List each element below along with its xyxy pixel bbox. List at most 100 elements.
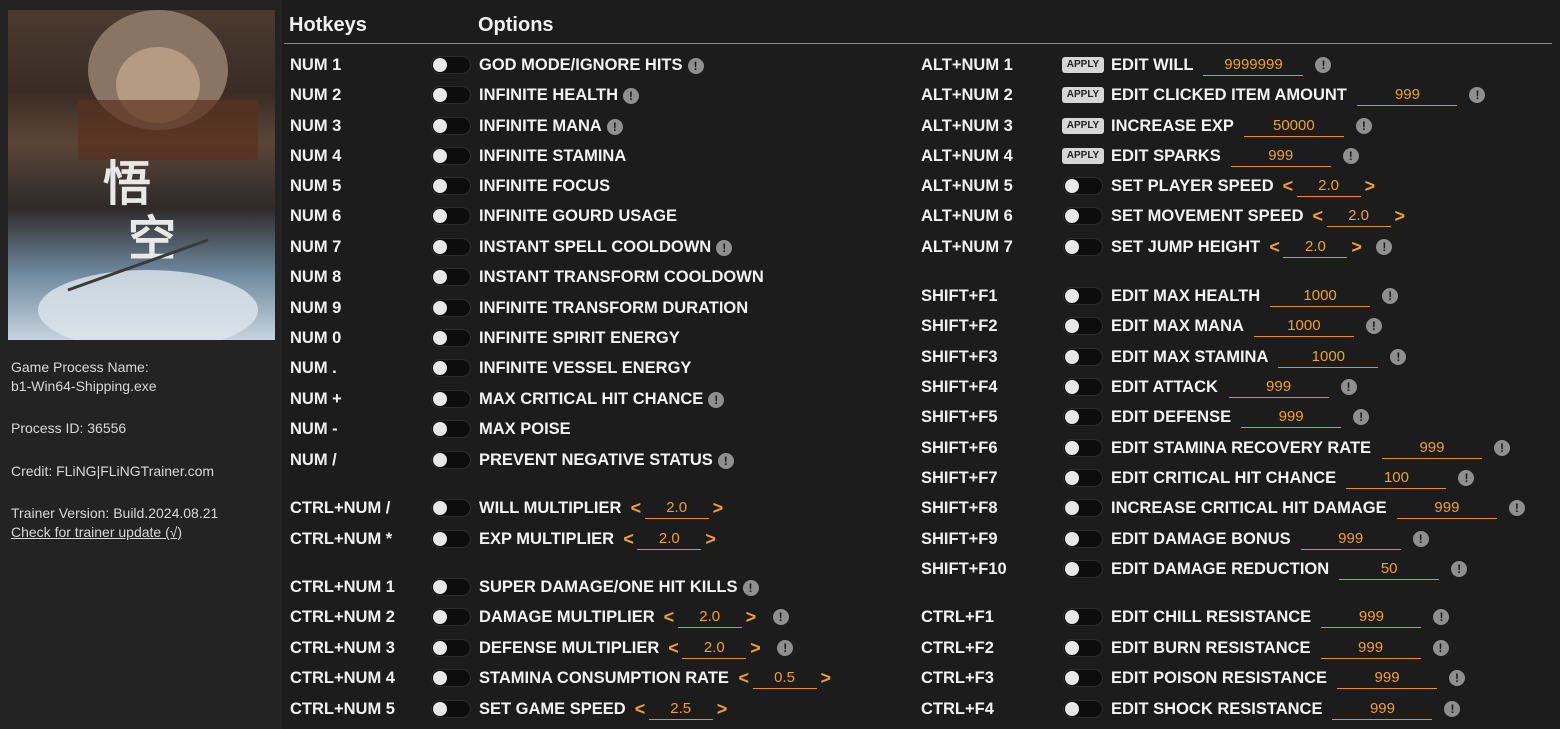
value-input[interactable]: 9999999	[1203, 55, 1304, 76]
value-input[interactable]: 999	[1241, 407, 1342, 428]
feature-toggle[interactable]	[1063, 317, 1103, 335]
value-input[interactable]: 999	[1332, 699, 1433, 720]
value-input[interactable]: 100	[1346, 468, 1447, 489]
info-icon[interactable]: !	[1340, 379, 1357, 395]
option-label: EDIT CHILL RESISTANCE	[1111, 604, 1311, 630]
option-row: ALT+NUM 4 APPLY EDIT SPARKS 999!	[0, 143, 1560, 169]
info-icon[interactable]: !	[1353, 409, 1370, 425]
apply-button[interactable]: APPLY	[1062, 148, 1104, 164]
apply-button[interactable]: APPLY	[1062, 57, 1104, 73]
feature-toggle[interactable]	[1063, 469, 1103, 487]
feature-toggle[interactable]	[1063, 608, 1103, 626]
feature-toggle[interactable]	[1063, 639, 1103, 657]
hotkey-label: ALT+NUM 6	[921, 207, 1013, 225]
value-input[interactable]: 1000	[1270, 286, 1371, 307]
hotkey-label: ALT+NUM 5	[921, 177, 1013, 195]
feature-toggle[interactable]	[1063, 530, 1103, 548]
info-icon[interactable]: !	[1493, 440, 1510, 456]
value-input[interactable]: 999	[1357, 85, 1458, 106]
info-icon[interactable]: !	[1376, 239, 1393, 255]
option-label: EDIT ATTACK	[1111, 374, 1218, 400]
feature-toggle[interactable]	[1063, 238, 1103, 256]
value-input[interactable]: 50	[1339, 559, 1440, 580]
info-icon[interactable]: !	[1451, 561, 1468, 577]
value-input[interactable]: 2.0	[1326, 206, 1391, 227]
info-icon[interactable]: !	[1382, 288, 1399, 304]
feature-toggle[interactable]	[1063, 700, 1103, 718]
feature-toggle[interactable]	[1063, 348, 1103, 366]
info-icon[interactable]: !	[1508, 500, 1525, 516]
option-label-text: EDIT SPARKS	[1111, 147, 1221, 165]
feature-toggle[interactable]	[1063, 439, 1103, 457]
value-input[interactable]: 1000	[1278, 347, 1379, 368]
option-label: SET PLAYER SPEED	[1111, 173, 1274, 199]
option-label: INCREASE CRITICAL HIT DAMAGE	[1111, 495, 1387, 521]
value-input[interactable]: 1000	[1253, 316, 1354, 337]
value-input[interactable]: 999	[1228, 377, 1329, 398]
option-label-text: EDIT DAMAGE REDUCTION	[1111, 560, 1330, 578]
info-icon[interactable]: !	[1432, 640, 1449, 656]
info-icon[interactable]: !	[1412, 531, 1429, 547]
info-icon[interactable]: !	[1458, 470, 1475, 486]
value-input[interactable]: 2.0	[1296, 176, 1361, 197]
increase-arrow[interactable]: >	[1365, 173, 1376, 199]
value-input[interactable]: 2.0	[1283, 237, 1348, 258]
option-row: SHIFT+F1 EDIT MAX HEALTH 1000!	[0, 283, 1560, 309]
feature-toggle[interactable]	[1063, 669, 1103, 687]
option-label-text: EDIT CHILL RESISTANCE	[1111, 608, 1312, 626]
value-input[interactable]: 999	[1381, 438, 1482, 459]
info-icon[interactable]: !	[1355, 118, 1372, 134]
info-icon[interactable]: !	[1365, 318, 1382, 334]
apply-button[interactable]: APPLY	[1062, 87, 1104, 103]
option-label-text: INCREASE CRITICAL HIT DAMAGE	[1111, 499, 1387, 517]
option-row: SHIFT+F8 INCREASE CRITICAL HIT DAMAGE 999!	[0, 495, 1560, 521]
feature-toggle[interactable]	[1063, 499, 1103, 517]
increase-arrow[interactable]: >	[1395, 203, 1406, 229]
feature-toggle[interactable]	[1063, 287, 1103, 305]
hotkey-label: SHIFT+F8	[921, 499, 998, 517]
decrease-arrow[interactable]: <	[1283, 173, 1294, 199]
hotkey-label: SHIFT+F9	[921, 530, 998, 548]
option-label: EDIT BURN RESISTANCE	[1111, 635, 1311, 661]
option-label-text: SET PLAYER SPEED	[1111, 177, 1274, 195]
info-icon[interactable]: !	[1469, 87, 1486, 103]
feature-toggle[interactable]	[1063, 207, 1103, 225]
option-label: EDIT MAX STAMINA	[1111, 344, 1268, 370]
info-icon[interactable]: !	[1433, 609, 1450, 625]
option-label: EDIT CLICKED ITEM AMOUNT	[1111, 82, 1347, 108]
increase-arrow[interactable]: >	[1351, 234, 1362, 260]
decrease-arrow[interactable]: <	[1313, 203, 1324, 229]
info-icon[interactable]: !	[1342, 148, 1359, 164]
feature-toggle[interactable]	[1063, 560, 1103, 578]
feature-toggle[interactable]	[1063, 378, 1103, 396]
feature-toggle[interactable]	[1063, 177, 1103, 195]
info-icon[interactable]: !	[1444, 701, 1461, 717]
value-input[interactable]: 999	[1396, 498, 1497, 519]
hotkey-label: SHIFT+F5	[921, 408, 998, 426]
option-label: EDIT DAMAGE BONUS	[1111, 526, 1291, 552]
option-row: SHIFT+F9 EDIT DAMAGE BONUS 999!	[0, 526, 1560, 552]
option-label: SET JUMP HEIGHT	[1111, 234, 1260, 260]
value-input[interactable]: 999	[1300, 529, 1401, 550]
info-icon[interactable]: !	[1315, 57, 1332, 73]
value-input[interactable]: 999	[1320, 638, 1421, 659]
value-input[interactable]: 50000	[1243, 116, 1344, 137]
apply-button[interactable]: APPLY	[1062, 118, 1104, 134]
option-label: EDIT SHOCK RESISTANCE	[1111, 696, 1322, 722]
option-label-text: EDIT MAX STAMINA	[1111, 348, 1269, 366]
decrease-arrow[interactable]: <	[1269, 234, 1280, 260]
value-input[interactable]: 999	[1321, 607, 1422, 628]
info-icon[interactable]: !	[742, 579, 759, 596]
option-label: EDIT MAX MANA	[1111, 313, 1244, 339]
value-input[interactable]: 999	[1230, 146, 1331, 167]
option-row: ALT+NUM 2 APPLY EDIT CLICKED ITEM AMOUNT 99…	[0, 82, 1560, 108]
hotkey-label: SHIFT+F7	[921, 469, 998, 487]
feature-toggle[interactable]	[1063, 408, 1103, 426]
value-input[interactable]: 999	[1337, 668, 1438, 689]
info-icon[interactable]: !	[1390, 349, 1407, 365]
hotkey-label: CTRL+F2	[921, 639, 994, 657]
info-icon[interactable]: !	[1449, 670, 1466, 686]
option-label-text: EDIT POISON RESISTANCE	[1111, 669, 1328, 687]
option-label-text: EDIT CLICKED ITEM AMOUNT	[1111, 86, 1347, 104]
hotkey-label: SHIFT+F1	[921, 287, 998, 305]
